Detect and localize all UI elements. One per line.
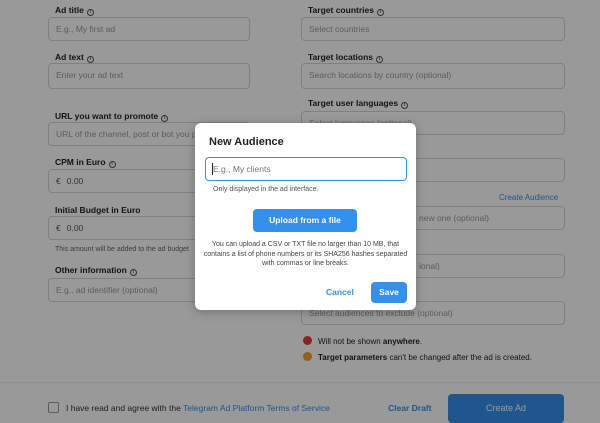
new-audience-dialog: New Audience Only displayed in the ad in… [195, 123, 416, 310]
dialog-title: New Audience [209, 136, 284, 148]
audience-name-input[interactable] [205, 157, 407, 181]
cancel-button[interactable]: Cancel [326, 287, 354, 297]
text-caret [212, 163, 213, 175]
save-button[interactable]: Save [371, 282, 407, 303]
upload-description: You can upload a CSV or TXT file no larg… [203, 241, 408, 267]
audience-name-hint: Only displayed in the ad interface. [213, 186, 319, 193]
upload-file-button[interactable]: Upload from a file [253, 209, 357, 232]
